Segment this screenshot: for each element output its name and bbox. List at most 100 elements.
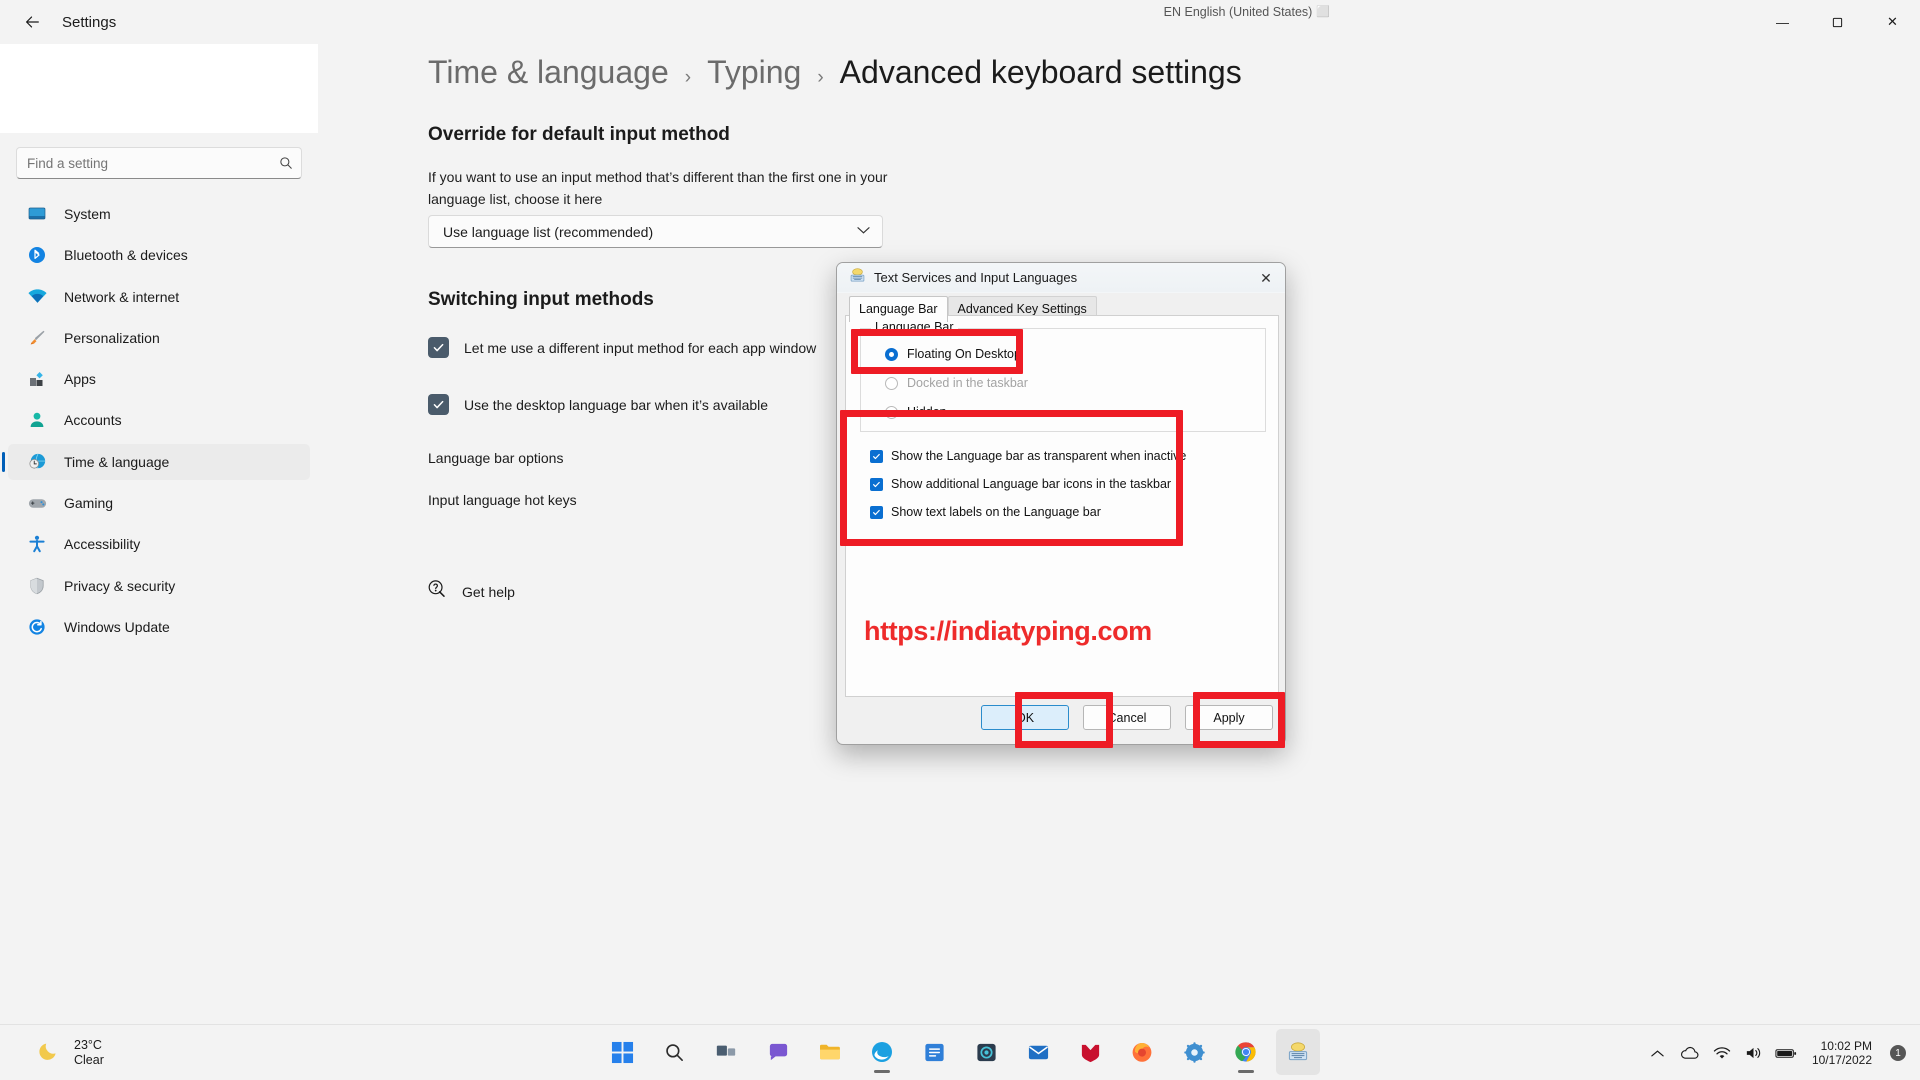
back-arrow-icon	[26, 16, 39, 28]
search-input[interactable]	[17, 155, 271, 171]
sidebar-item-label: Personalization	[64, 329, 160, 346]
link-language-bar-options[interactable]: Language bar options	[428, 450, 563, 466]
paintbrush-icon	[26, 327, 48, 349]
checkbox-row-transparent-when-inactive[interactable]: Show the Language bar as transparent whe…	[870, 449, 1186, 463]
clock[interactable]: 10:02 PM 10/17/2022	[1804, 1031, 1880, 1075]
ok-button[interactable]: OK	[981, 705, 1069, 730]
microsoft-store-button[interactable]	[912, 1029, 956, 1075]
show-hidden-icons-button[interactable]	[1644, 1033, 1672, 1073]
close-button[interactable]: ✕	[1865, 0, 1920, 44]
keyboard-app-button[interactable]	[1276, 1029, 1320, 1075]
dialog-title: Text Services and Input Languages	[874, 270, 1078, 285]
radio-hidden[interactable]	[885, 405, 898, 419]
window-controls: — ✕	[1755, 0, 1920, 44]
dialog-tab-pane: Language Bar Floating On Desktop Docked …	[845, 315, 1279, 697]
checkbox-row-additional-icons-taskbar[interactable]: Show additional Language bar icons in th…	[870, 477, 1171, 491]
sidebar-item-gaming[interactable]: Gaming	[8, 485, 310, 521]
sidebar-item-personalization[interactable]: Personalization	[8, 320, 310, 356]
sidebar-item-label: Time & language	[64, 453, 170, 470]
checkbox-additional-icons-taskbar-label: Show additional Language bar icons in th…	[891, 477, 1172, 491]
shield-icon	[26, 575, 48, 597]
sidebar-item-system[interactable]: System	[8, 196, 310, 232]
notification-badge[interactable]: 1	[1890, 1045, 1906, 1061]
get-help-row[interactable]: Get help	[426, 578, 515, 605]
checkbox-desktop-language-bar[interactable]	[428, 394, 449, 415]
radio-docked-in-taskbar[interactable]	[885, 376, 898, 390]
sidebar-item-label: System	[64, 206, 111, 222]
clock-globe-icon	[26, 451, 48, 473]
breadcrumb-item-time-language[interactable]: Time & language	[428, 54, 669, 91]
language-indicator-label: EN English (United States)	[1163, 5, 1313, 19]
dialog-titlebar: Text Services and Input Languages ✕	[837, 263, 1285, 293]
tab-language-bar[interactable]: Language Bar	[849, 296, 948, 322]
check-icon	[873, 453, 880, 459]
radio-row-hidden[interactable]: Hidden	[885, 405, 947, 419]
checkbox-app-window[interactable]	[428, 337, 449, 358]
checkbox-row-text-labels[interactable]: Show text labels on the Language bar	[870, 505, 1101, 519]
store-icon	[924, 1043, 944, 1061]
edge-button[interactable]	[860, 1029, 904, 1075]
screen: Settings — ✕ EN English (United States) …	[0, 0, 1920, 1080]
get-help-label: Get help	[462, 583, 515, 600]
dialog-close-button[interactable]: ✕	[1251, 266, 1281, 290]
checkbox-text-labels[interactable]	[870, 505, 883, 519]
checkbox-additional-icons-taskbar[interactable]	[870, 477, 883, 491]
onedrive-icon[interactable]	[1676, 1033, 1704, 1073]
chrome-button[interactable]	[1224, 1029, 1268, 1075]
checkbox-transparent-when-inactive[interactable]	[870, 449, 883, 463]
checkbox-row-desktop-language-bar[interactable]: Use the desktop language bar when it’s a…	[428, 394, 768, 415]
search-taskbar-button[interactable]	[652, 1029, 696, 1075]
maximize-button[interactable]	[1810, 0, 1865, 44]
search-icon	[271, 156, 301, 170]
radio-floating-on-desktop-label: Floating On Desktop	[907, 347, 1021, 361]
language-bar-group-legend: Language Bar	[871, 320, 958, 334]
sidebar-item-time-language[interactable]: Time & language	[2, 443, 310, 480]
battery-icon[interactable]	[1772, 1033, 1800, 1073]
weather-text: 23°C Clear	[74, 1038, 104, 1068]
chat-button[interactable]	[756, 1029, 800, 1075]
sidebar-item-accounts[interactable]: Accounts	[8, 402, 310, 438]
sidebar-item-bluetooth-devices[interactable]: Bluetooth & devices	[8, 237, 310, 273]
settings-taskbar-button[interactable]	[1172, 1029, 1216, 1075]
breadcrumb-item-typing[interactable]: Typing	[707, 54, 801, 91]
apply-button[interactable]: Apply	[1185, 705, 1273, 730]
checkbox-row-app-window[interactable]: Let me use a different input method for …	[428, 337, 816, 358]
sidebar-item-accessibility[interactable]: Accessibility	[8, 526, 310, 562]
mcafee-button[interactable]	[1068, 1029, 1112, 1075]
cancel-button[interactable]: Cancel	[1083, 705, 1171, 730]
sidebar-item-windows-update[interactable]: Windows Update	[8, 609, 310, 645]
sidebar-item-network-internet[interactable]: Network & internet	[8, 279, 310, 315]
firefox-button[interactable]	[1120, 1029, 1164, 1075]
gamepad-icon	[26, 492, 48, 514]
radio-row-docked-in-taskbar[interactable]: Docked in the taskbar	[885, 376, 1028, 390]
start-button[interactable]	[600, 1029, 644, 1075]
back-button[interactable]	[12, 4, 52, 40]
override-input-method-dropdown[interactable]: Use language list (recommended)	[428, 215, 883, 248]
radio-docked-in-taskbar-label: Docked in the taskbar	[907, 376, 1028, 390]
sidebar-item-apps[interactable]: Apps	[8, 361, 310, 397]
task-view-button[interactable]	[704, 1029, 748, 1075]
accessibility-icon	[26, 533, 48, 555]
search-box[interactable]	[16, 147, 302, 179]
file-explorer-button[interactable]	[808, 1029, 852, 1075]
network-icon[interactable]	[1708, 1033, 1736, 1073]
photos-button[interactable]	[964, 1029, 1008, 1075]
minimize-button[interactable]: —	[1755, 0, 1810, 44]
radio-floating-on-desktop[interactable]	[885, 347, 898, 361]
bluetooth-icon	[26, 244, 48, 266]
sidebar-item-label: Accessibility	[64, 536, 141, 553]
sidebar-item-privacy-security[interactable]: Privacy & security	[8, 568, 310, 604]
restore-language-bar-icon[interactable]: ⬜	[1316, 5, 1330, 18]
link-input-language-hot-keys[interactable]: Input language hot keys	[428, 492, 577, 508]
moon-icon	[38, 1037, 64, 1068]
dialog-button-row: OK Cancel Apply	[981, 705, 1273, 730]
mail-button[interactable]	[1016, 1029, 1060, 1075]
checkbox-transparent-when-inactive-label: Show the Language bar as transparent whe…	[891, 449, 1187, 463]
volume-icon[interactable]	[1740, 1033, 1768, 1073]
mail-icon	[1028, 1045, 1048, 1059]
radio-row-floating-on-desktop[interactable]: Floating On Desktop	[885, 347, 1021, 361]
watermark-url: https://indiatyping.com	[864, 616, 1152, 646]
weather-widget[interactable]: 23°C Clear	[30, 1033, 112, 1072]
language-indicator[interactable]: EN English (United States) ⬜	[1138, 0, 1338, 24]
switching-heading: Switching input methods	[428, 289, 654, 310]
